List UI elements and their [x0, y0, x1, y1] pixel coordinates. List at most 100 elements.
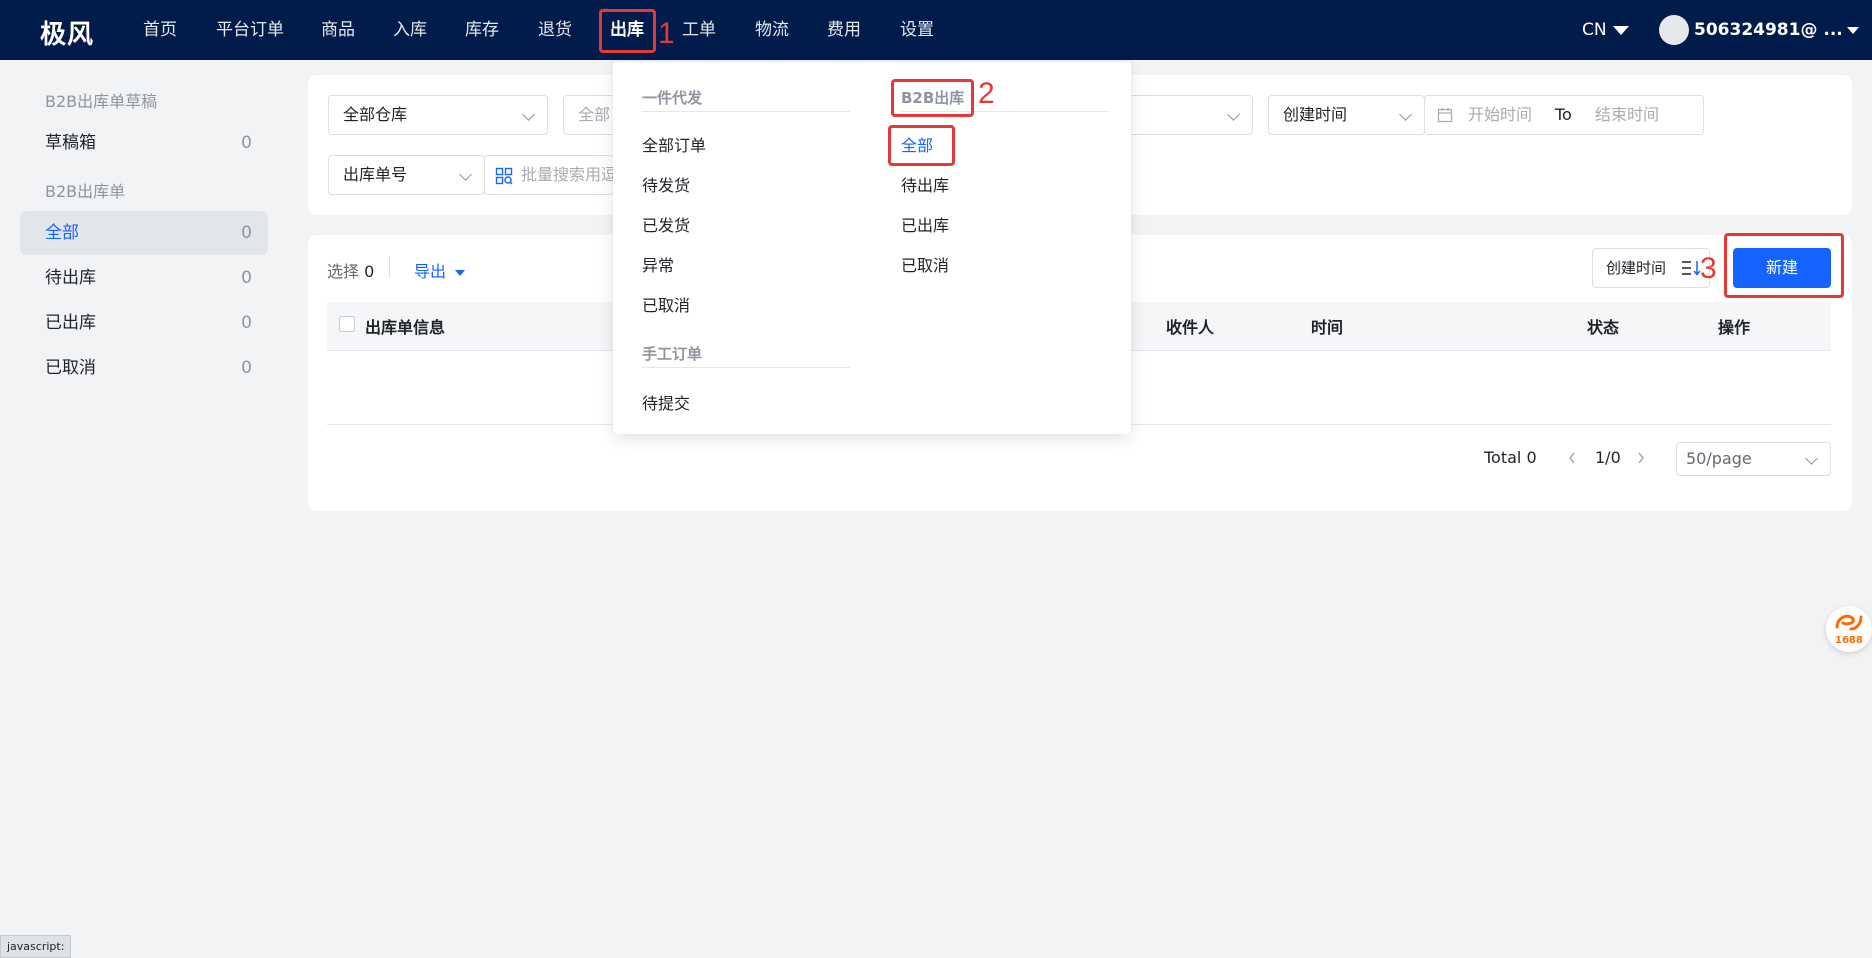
column-header-actions[interactable]: 操作 [1718, 314, 1750, 338]
pagination-current: 1/0 [1595, 448, 1621, 467]
sidebar-item-all[interactable]: 全部 0 [20, 211, 268, 255]
column-header-time[interactable]: 时间 [1311, 314, 1343, 338]
nav-returns[interactable]: 退货 [538, 0, 572, 60]
prev-page-icon[interactable] [1567, 451, 1577, 465]
sidebar-item-draft-box[interactable]: 草稿箱 0 [20, 121, 268, 165]
chevron-down-icon [459, 168, 472, 181]
nav-work-orders[interactable]: 工单 [682, 0, 716, 60]
next-page-icon[interactable] [1636, 451, 1646, 465]
sidebar-item-count: 0 [241, 133, 252, 153]
toolbar-divider [389, 256, 390, 278]
sidebar-item-label: 已出库 [45, 313, 96, 333]
sidebar-item-count: 0 [241, 358, 252, 378]
sidebar-item-label: 全部 [45, 223, 79, 243]
selection-label: 选择 [327, 262, 360, 281]
sort-icon [1682, 261, 1701, 276]
annotation-number-2: 2 [978, 77, 995, 110]
batch-search-icon [495, 167, 513, 185]
select-all-checkbox[interactable] [339, 316, 355, 332]
caret-down-icon [1612, 25, 1629, 35]
annotation-number-3: 3 [1700, 252, 1717, 285]
sidebar-group-b2b: B2B出库单 [45, 182, 126, 201]
sidebar-item-label: 草稿箱 [45, 133, 96, 153]
menu-item-pending-ship[interactable]: 待发货 [642, 172, 690, 196]
date-range-picker[interactable]: 开始时间 To 结束时间 [1424, 95, 1704, 135]
order-field-value: 出库单号 [343, 165, 408, 184]
sidebar-item-cancelled[interactable]: 已取消 0 [20, 346, 268, 390]
caret-down-icon [1846, 26, 1859, 34]
chevron-down-icon [522, 108, 535, 121]
order-field-select[interactable]: 出库单号 [328, 155, 485, 195]
user-menu[interactable]: 506324981@ ... [1694, 0, 1859, 60]
nav-logistics[interactable]: 物流 [755, 0, 789, 60]
dropdown-divider [642, 111, 850, 112]
time-type-select[interactable]: 创建时间 [1268, 95, 1425, 135]
annotation-box-2b [888, 125, 955, 166]
chevron-down-icon [1227, 108, 1240, 121]
browser-status-bar: javascript: [0, 935, 72, 958]
nav-products[interactable]: 商品 [321, 0, 355, 60]
menu-item-cancelled[interactable]: 已取消 [642, 292, 690, 316]
sort-button[interactable]: 创建时间 [1592, 248, 1710, 288]
page-size-value: 50/page [1686, 449, 1752, 468]
export-button[interactable]: 导出 [414, 258, 466, 282]
export-label: 导出 [414, 262, 447, 281]
sidebar-item-label: 已取消 [45, 358, 96, 378]
sidebar-item-shipped[interactable]: 已出库 0 [20, 301, 268, 345]
column-header-recipient[interactable]: 收件人 [1166, 314, 1214, 338]
menu-item-b2b-shipped[interactable]: 已出库 [901, 212, 949, 236]
annotation-box-3 [1724, 233, 1844, 298]
batch-search-placeholder: 批量搜索用逗 [521, 165, 614, 184]
nav-inventory[interactable]: 库存 [465, 0, 499, 60]
dropdown-divider [642, 367, 850, 368]
sidebar: B2B出库单草稿 草稿箱 0 B2B出库单 全部 0 待出库 0 已出库 0 已… [0, 60, 288, 956]
selection-count: 选择 0 [327, 258, 374, 282]
sidebar-item-count: 0 [241, 313, 252, 333]
page-size-select[interactable]: 50/page [1676, 442, 1831, 476]
annotation-number-1: 1 [658, 17, 675, 50]
chevron-down-icon [1805, 452, 1818, 465]
date-range-separator: To [1555, 105, 1572, 124]
menu-item-b2b-cancelled[interactable]: 已取消 [901, 252, 949, 276]
annotation-box-2 [891, 79, 974, 117]
calendar-icon [1437, 108, 1453, 123]
second-filter-placeholder: 全部 [578, 105, 611, 124]
chevron-down-icon [1399, 108, 1412, 121]
sidebar-item-count: 0 [241, 268, 252, 288]
menu-item-to-submit[interactable]: 待提交 [642, 390, 690, 414]
sidebar-item-label: 待出库 [45, 268, 96, 288]
column-header-order-info[interactable]: 出库单信息 [365, 314, 445, 338]
menu-item-exception[interactable]: 异常 [642, 252, 674, 276]
sidebar-item-count: 0 [241, 223, 252, 243]
warehouse-select-value: 全部仓库 [343, 105, 408, 124]
app-logo[interactable]: 极风 [40, 14, 94, 51]
batch-search-input[interactable]: 批量搜索用逗 [484, 155, 614, 195]
annotation-box-1 [599, 9, 656, 53]
column-header-status[interactable]: 状态 [1587, 314, 1619, 338]
1688-badge[interactable]: 1688 [1826, 606, 1872, 652]
menu-item-all-orders[interactable]: 全部订单 [642, 132, 706, 156]
top-nav-bar: 极风 首页 平台订单 商品 入库 库存 退货 出库 工单 物流 费用 设置 CN… [0, 0, 1872, 60]
sidebar-group-drafts: B2B出库单草稿 [45, 92, 158, 111]
sort-label: 创建时间 [1606, 259, 1667, 277]
warehouse-select[interactable]: 全部仓库 [328, 95, 548, 135]
outbound-dropdown-menu: 一件代发 全部订单 待发货 已发货 异常 已取消 手工订单 待提交 B2B出库 … [613, 62, 1131, 434]
time-type-value: 创建时间 [1283, 105, 1348, 124]
menu-item-shipped[interactable]: 已发货 [642, 212, 690, 236]
nav-fees[interactable]: 费用 [827, 0, 861, 60]
nav-settings[interactable]: 设置 [900, 0, 934, 60]
nav-inbound[interactable]: 入库 [393, 0, 427, 60]
avatar[interactable] [1659, 15, 1689, 45]
1688-logo-icon [1835, 614, 1863, 631]
nav-home[interactable]: 首页 [143, 0, 177, 60]
language-switcher[interactable]: CN [1582, 0, 1629, 60]
menu-item-b2b-pending[interactable]: 待出库 [901, 172, 949, 196]
dropdown-group-dropship: 一件代发 [642, 89, 703, 107]
sidebar-item-pending[interactable]: 待出库 0 [20, 256, 268, 300]
nav-platform-orders[interactable]: 平台订单 [216, 0, 284, 60]
language-label: CN [1582, 20, 1607, 40]
caret-down-icon [455, 269, 466, 276]
start-date-input[interactable]: 开始时间 [1468, 96, 1532, 134]
end-date-input[interactable]: 结束时间 [1595, 96, 1659, 134]
dropdown-group-manual: 手工订单 [642, 345, 703, 363]
